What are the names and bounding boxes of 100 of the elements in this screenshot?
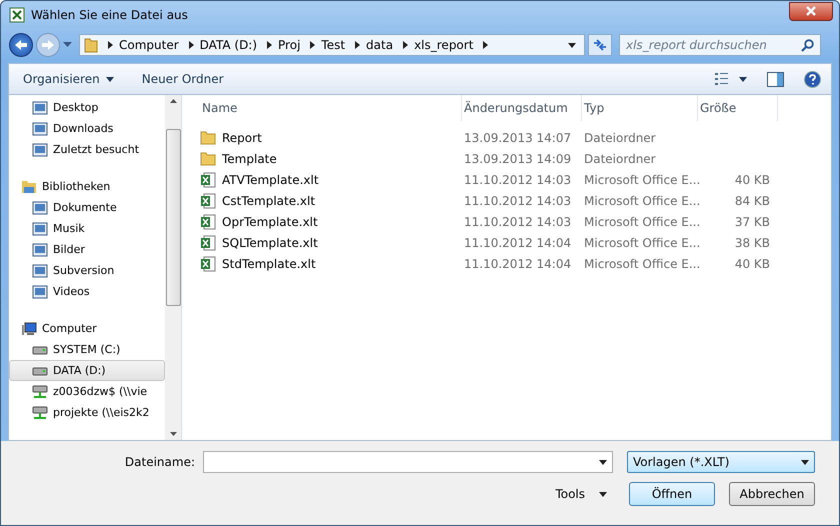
modified-date: 11.10.2012 14:04 bbox=[463, 236, 572, 250]
filename-field[interactable] bbox=[203, 451, 613, 473]
file-type: Microsoft Office E... bbox=[583, 214, 698, 228]
sidebar-item[interactable]: Downloads bbox=[9, 118, 165, 139]
modified-date: 13.09.2013 14:09 bbox=[463, 152, 572, 166]
modified-date: 13.09.2013 14:07 bbox=[463, 130, 572, 144]
column-header[interactable]: Typ bbox=[582, 95, 698, 121]
modified-date: 11.10.2012 14:04 bbox=[463, 256, 572, 270]
spreadsheet-file-icon bbox=[200, 214, 216, 230]
modified-date: 11.10.2012 14:03 bbox=[463, 172, 572, 186]
view-options-icon[interactable] bbox=[715, 73, 747, 85]
help-icon[interactable] bbox=[804, 70, 821, 88]
forward-arrow-icon bbox=[41, 39, 55, 51]
sidebar-group[interactable]: Bibliotheken bbox=[9, 176, 165, 197]
chevron-icon bbox=[108, 41, 113, 49]
file-name[interactable]: OprTemplate.xlt bbox=[200, 214, 462, 230]
modified-date: 11.10.2012 14:03 bbox=[463, 194, 572, 208]
sidebar-item[interactable]: projekte (\\eis2k2 bbox=[9, 402, 165, 423]
spreadsheet-file-icon bbox=[200, 192, 216, 208]
chevron-icon bbox=[355, 41, 360, 49]
preview-pane-icon[interactable] bbox=[767, 72, 784, 86]
sidebar-item[interactable]: Bilder bbox=[9, 239, 165, 260]
chevron-icon bbox=[267, 41, 272, 49]
sidebar-item[interactable]: z0036dzw$ (\\vie bbox=[9, 381, 165, 402]
back-button[interactable] bbox=[9, 33, 33, 57]
window-title: Wählen Sie eine Datei aus bbox=[31, 8, 188, 22]
caret-icon bbox=[106, 76, 114, 82]
column-header[interactable]: Name bbox=[200, 95, 462, 121]
search-icon bbox=[801, 38, 814, 52]
filename-label: Dateiname: bbox=[124, 455, 195, 469]
sidebar-item-icon bbox=[32, 264, 48, 278]
sidebar-item[interactable]: Desktop bbox=[9, 97, 165, 118]
open-button[interactable]: Öffnen bbox=[629, 482, 715, 506]
file-type: Microsoft Office E... bbox=[583, 172, 698, 186]
sidebar-item[interactable]: SYSTEM (C:) bbox=[9, 339, 165, 360]
dropdown-caret-icon[interactable] bbox=[568, 42, 576, 48]
file-type: Microsoft Office E... bbox=[583, 236, 698, 250]
caret-icon bbox=[801, 460, 809, 464]
column-header[interactable]: Änderungsdatum bbox=[462, 95, 582, 121]
sidebar-item-icon bbox=[32, 242, 48, 256]
breadcrumb-item[interactable]: Test bbox=[321, 38, 346, 52]
sidebar-item-icon bbox=[32, 284, 48, 298]
scroll-down-icon[interactable] bbox=[170, 432, 176, 436]
address-bar[interactable]: Computer DATA (D:) Proj Test data xls_report bbox=[79, 34, 585, 56]
file-type: Microsoft Office E... bbox=[583, 256, 698, 270]
cancel-button[interactable]: Abbrechen bbox=[729, 482, 815, 506]
computer-icon bbox=[21, 322, 37, 336]
refresh-icon bbox=[592, 38, 608, 52]
new-folder-button[interactable]: Neuer Ordner bbox=[138, 70, 228, 88]
file-name[interactable]: StdTemplate.xlt bbox=[200, 256, 462, 272]
sidebar-item-icon bbox=[32, 222, 48, 236]
breadcrumb-item[interactable]: xls_report bbox=[414, 38, 474, 52]
breadcrumb-item[interactable]: Proj bbox=[278, 38, 300, 52]
file-size: 84 KB bbox=[734, 194, 771, 208]
sidebar-item-icon bbox=[32, 122, 48, 136]
sidebar-item[interactable]: Dokumente bbox=[9, 197, 165, 218]
network-drive-icon bbox=[32, 406, 48, 420]
breadcrumb-item[interactable]: data bbox=[366, 38, 394, 52]
modified-date: 11.10.2012 14:03 bbox=[463, 214, 572, 228]
organize-menu[interactable]: Organisieren bbox=[19, 70, 118, 88]
sidebar-item[interactable]: Videos bbox=[9, 281, 165, 302]
spreadsheet-file-icon bbox=[200, 256, 216, 272]
file-type: Dateiordner bbox=[583, 130, 657, 144]
sidebar-item-icon bbox=[32, 142, 48, 156]
chevron-icon bbox=[188, 41, 194, 49]
folder-icon bbox=[200, 130, 216, 144]
file-type: Microsoft Office E... bbox=[583, 194, 698, 208]
tools-menu[interactable]: Tools bbox=[549, 486, 613, 502]
sidebar-item[interactable]: Musik bbox=[9, 218, 165, 239]
chevron-icon bbox=[403, 41, 408, 49]
close-button[interactable] bbox=[789, 2, 833, 20]
file-size: 38 KB bbox=[734, 236, 771, 250]
file-name[interactable]: Template bbox=[200, 152, 462, 166]
file-name[interactable]: Report bbox=[200, 130, 462, 144]
sidebar-group[interactable]: Computer bbox=[9, 318, 165, 339]
file-name[interactable]: SQLTemplate.xlt bbox=[200, 234, 462, 250]
file-type: Dateiordner bbox=[583, 152, 657, 166]
scroll-up-icon[interactable] bbox=[170, 99, 176, 103]
column-header[interactable]: Größe bbox=[698, 95, 778, 121]
back-arrow-icon bbox=[14, 39, 28, 51]
file-type-dropdown[interactable]: Vorlagen (*.XLT) bbox=[627, 451, 815, 473]
spreadsheet-file-icon bbox=[200, 234, 216, 250]
file-name[interactable]: ATVTemplate.xlt bbox=[200, 172, 462, 188]
sidebar-item[interactable]: Zuletzt besucht bbox=[9, 139, 165, 160]
breadcrumb-item[interactable]: Computer bbox=[119, 38, 179, 52]
scrollbar[interactable] bbox=[165, 95, 181, 440]
close-icon bbox=[805, 6, 817, 16]
spreadsheet-icon bbox=[9, 7, 25, 23]
file-size: 37 KB bbox=[734, 214, 771, 228]
file-name[interactable]: CstTemplate.xlt bbox=[200, 192, 462, 208]
history-caret-icon[interactable] bbox=[63, 42, 72, 48]
search-field[interactable]: xls_report durchsuchen bbox=[619, 34, 821, 56]
folder-icon bbox=[84, 37, 98, 53]
sidebar-item-icon bbox=[32, 100, 48, 114]
sidebar-item[interactable]: DATA (D:) bbox=[9, 360, 165, 381]
breadcrumb-item[interactable]: DATA (D:) bbox=[200, 38, 258, 52]
sidebar-item[interactable]: Subversion bbox=[9, 260, 165, 281]
refresh-button[interactable] bbox=[588, 34, 612, 56]
spreadsheet-file-icon bbox=[200, 172, 216, 188]
file-size: 40 KB bbox=[734, 256, 771, 270]
